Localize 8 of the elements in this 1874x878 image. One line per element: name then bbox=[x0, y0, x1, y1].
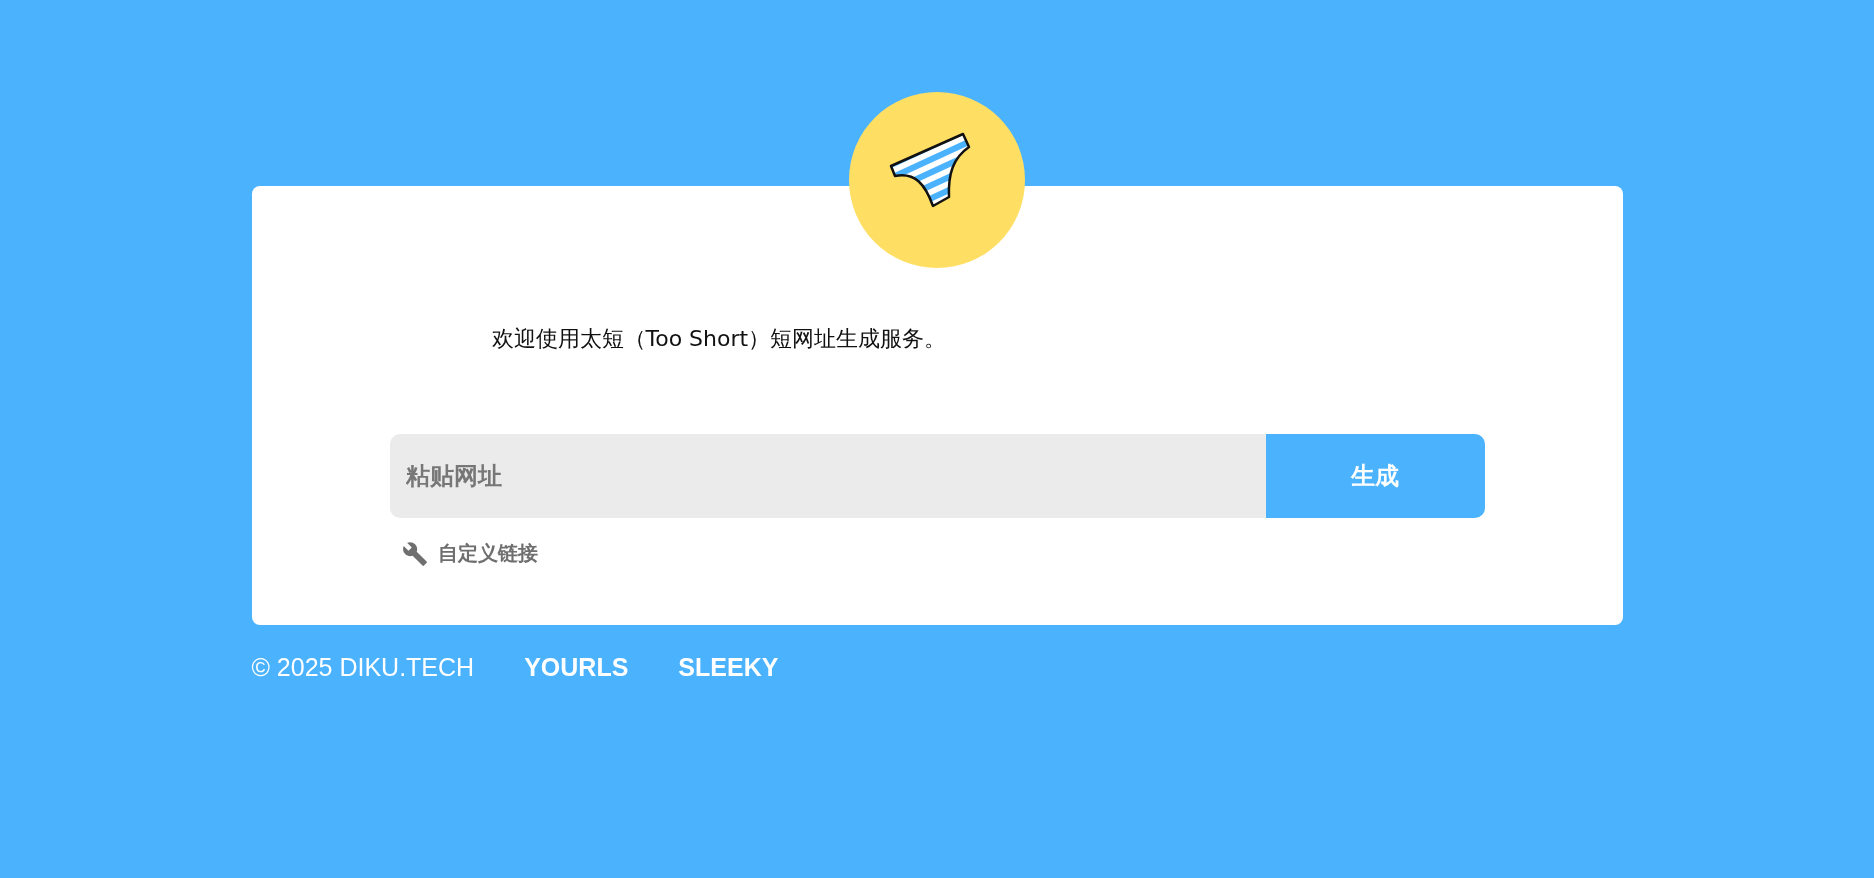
wrench-icon bbox=[401, 540, 428, 567]
footer-link[interactable]: YOURLS bbox=[524, 653, 629, 682]
custom-link[interactable]: 自定义链接 bbox=[437, 540, 538, 567]
welcome-text: 欢迎使用太短（Too Short）短网址生成服务。 bbox=[491, 325, 948, 353]
url-input-field[interactable]: 粘贴网址 bbox=[389, 434, 1266, 518]
generate-button[interactable]: 生成 bbox=[1265, 434, 1485, 518]
footer-link[interactable]: SLEEKY bbox=[678, 653, 779, 682]
copyright-text: © 2025 DIKU.TECH bbox=[251, 653, 475, 682]
